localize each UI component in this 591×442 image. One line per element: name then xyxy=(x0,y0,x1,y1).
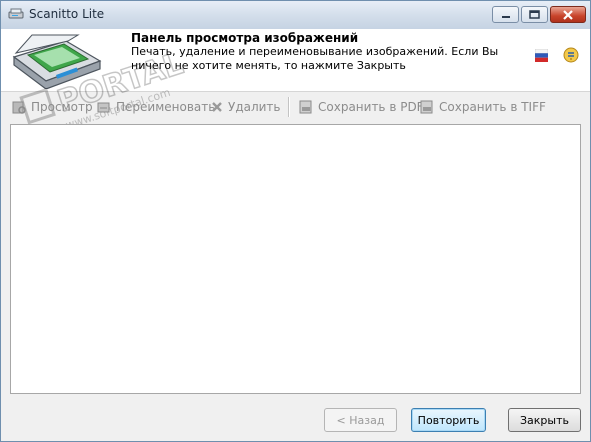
back-button[interactable]: < Назад xyxy=(324,408,397,432)
title-bar[interactable]: Scanitto Lite xyxy=(1,1,590,30)
delete-icon xyxy=(212,102,222,112)
pdf-icon xyxy=(299,100,312,114)
rename-icon xyxy=(97,102,110,113)
delete-label: Удалить xyxy=(228,100,281,114)
view-button[interactable]: Просмотр xyxy=(11,98,93,116)
view-icon xyxy=(12,101,26,114)
main-window: Scanitto Lite Панель просмотра изображен… xyxy=(0,0,591,442)
close-button[interactable]: Закрыть xyxy=(508,408,581,432)
header-panel: Панель просмотра изображений Печать, уда… xyxy=(1,29,590,92)
rename-button[interactable]: Переименовать xyxy=(96,98,215,116)
view-label: Просмотр xyxy=(31,100,93,114)
image-preview-area[interactable] xyxy=(10,124,581,394)
window-title: Scanitto Lite xyxy=(29,7,105,21)
close-icon xyxy=(563,9,573,20)
rename-label: Переименовать xyxy=(116,100,216,114)
save-tiff-label: Сохранить в TIFF xyxy=(439,100,546,114)
retry-button[interactable]: Повторить xyxy=(411,408,486,432)
minimize-icon xyxy=(501,15,510,18)
help-icon[interactable] xyxy=(563,47,579,63)
delete-button[interactable]: Удалить xyxy=(210,98,281,116)
header-description: Печать, удаление и переименовывание изоб… xyxy=(131,45,499,72)
minimize-button[interactable] xyxy=(492,6,519,23)
toolbar-separator xyxy=(288,97,290,117)
save-pdf-label: Сохранить в PDF xyxy=(318,100,424,114)
maximize-button[interactable] xyxy=(521,6,548,23)
tiff-icon xyxy=(420,100,433,114)
scanner-icon xyxy=(8,8,24,19)
save-pdf-button[interactable]: Сохранить в PDF xyxy=(298,98,424,116)
header-title: Панель просмотра изображений xyxy=(131,31,359,45)
toolbar: Просмотр Переименовать Удалить Сохранить… xyxy=(1,94,590,120)
russian-flag-icon[interactable] xyxy=(535,49,548,62)
close-window-button[interactable] xyxy=(550,6,586,23)
save-tiff-button[interactable]: Сохранить в TIFF xyxy=(419,98,546,116)
flatbed-scanner-icon xyxy=(12,34,102,89)
maximize-icon xyxy=(529,10,540,19)
